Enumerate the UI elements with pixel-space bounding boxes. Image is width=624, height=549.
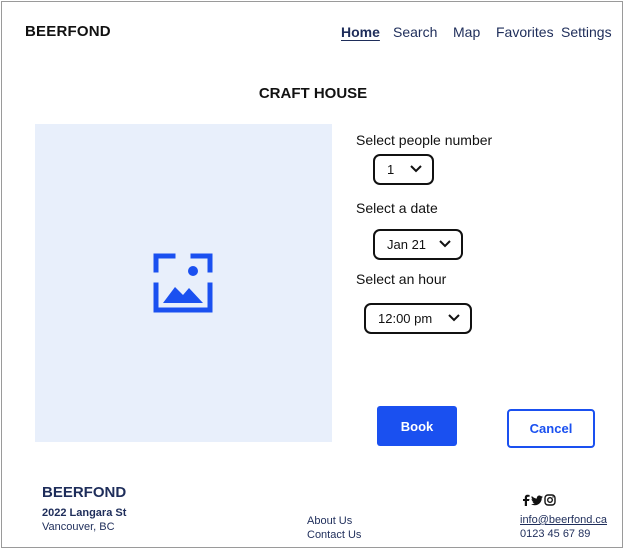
chevron-down-icon [410, 165, 422, 173]
people-value: 1 [387, 162, 395, 177]
date-select[interactable]: Jan 21 [373, 229, 463, 260]
hour-value: 12:00 pm [378, 311, 433, 326]
page-title: CRAFT HOUSE [258, 85, 368, 102]
nav-map[interactable]: Map [453, 24, 480, 40]
nav-home[interactable]: Home [341, 24, 380, 40]
footer-link-about[interactable]: About Us [307, 515, 352, 527]
page-frame: BEERFOND Home Search Map Favorites Setti… [1, 1, 623, 548]
instagram-icon[interactable] [544, 494, 556, 506]
image-placeholder-icon [153, 253, 213, 313]
brand-logo[interactable]: BEERFOND [25, 23, 111, 40]
footer-email-link[interactable]: info@beerfond.ca [520, 514, 607, 526]
chevron-down-icon [448, 314, 460, 322]
date-value: Jan 21 [387, 237, 427, 252]
date-label: Select a date [356, 200, 438, 216]
chevron-down-icon [439, 240, 451, 248]
nav-favorites[interactable]: Favorites [496, 24, 554, 40]
book-button[interactable]: Book [377, 406, 457, 446]
footer-street: 2022 Langara St [42, 507, 127, 519]
footer-brand: BEERFOND [42, 484, 127, 501]
hour-label: Select an hour [356, 271, 447, 287]
cancel-button[interactable]: Cancel [507, 409, 595, 448]
hour-select[interactable]: 12:00 pm [364, 303, 472, 334]
twitter-icon[interactable] [531, 495, 543, 506]
venue-image [35, 124, 332, 442]
footer-phone: 0123 45 67 89 [520, 528, 591, 540]
people-select[interactable]: 1 [373, 154, 434, 185]
social-links [521, 494, 556, 506]
nav-settings[interactable]: Settings [561, 24, 612, 40]
facebook-icon[interactable] [521, 494, 530, 506]
footer-city: Vancouver, BC [42, 521, 115, 533]
nav-search[interactable]: Search [393, 24, 437, 40]
people-label: Select people number [356, 132, 493, 148]
footer-link-contact[interactable]: Contact Us [307, 529, 361, 541]
